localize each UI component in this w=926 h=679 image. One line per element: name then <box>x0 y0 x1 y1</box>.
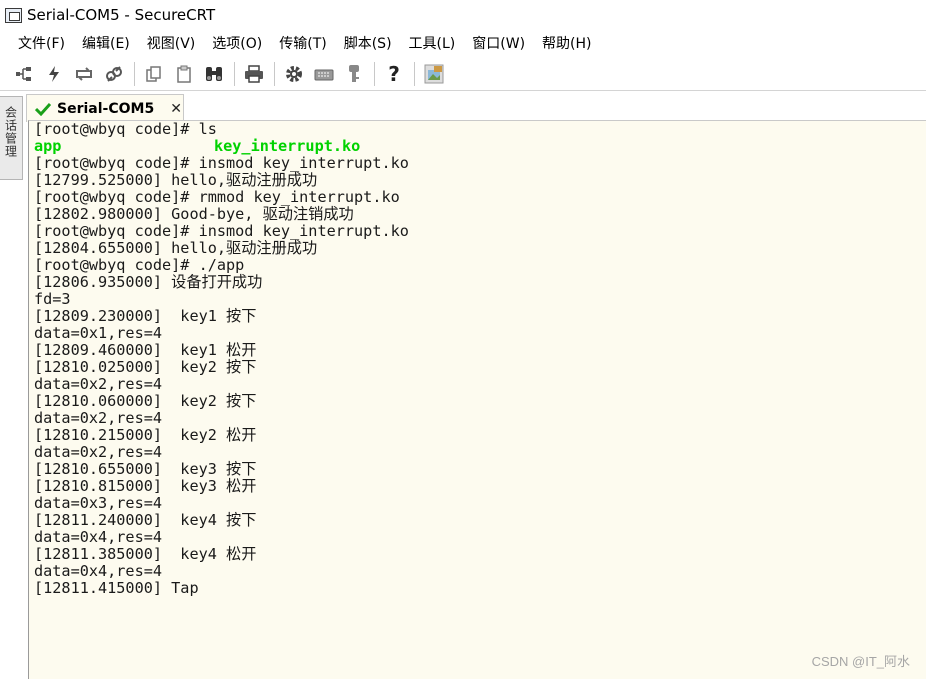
terminal-line: [root@wbyq code]# insmod key_interrupt.k… <box>34 222 409 240</box>
terminal-line: [root@wbyq code]# ./app <box>34 256 245 274</box>
terminal-line: data=0x2,res=4 <box>34 409 163 427</box>
terminal-line: [12810.060000] key2 按下 <box>34 392 257 410</box>
menu-script[interactable]: 脚本(S) <box>337 30 399 56</box>
terminal-line: [12810.655000] key3 按下 <box>34 460 257 478</box>
tab-strip: Serial-COM5 ✕ <box>26 92 926 122</box>
terminal-line: data=0x4,res=4 <box>34 528 163 546</box>
terminal-line: data=0x1,res=4 <box>34 324 163 342</box>
menu-options[interactable]: 选项(O) <box>205 30 269 56</box>
securecrt-app-icon <box>5 7 22 23</box>
connected-check-icon <box>35 102 51 116</box>
terminal-line: [12810.815000] key3 松开 <box>34 477 257 495</box>
session-manager-tab[interactable]: 会话管理 <box>0 96 23 180</box>
menu-transfer[interactable]: 传输(T) <box>272 30 333 56</box>
menu-tools[interactable]: 工具(L) <box>402 30 463 56</box>
terminal-line: [12806.935000] 设备打开成功 <box>34 273 263 291</box>
quick-connect-icon[interactable] <box>42 62 66 86</box>
toolbar-separator <box>234 62 235 86</box>
tab-serial-com5[interactable]: Serial-COM5 ✕ <box>26 94 184 122</box>
tab-close-icon[interactable]: ✕ <box>170 102 182 116</box>
copy-icon[interactable] <box>142 62 166 86</box>
keymap-icon[interactable] <box>312 62 336 86</box>
toolbar-separator <box>414 62 415 86</box>
terminal-line: [12799.525000] hello,驱动注册成功 <box>34 171 318 189</box>
reconnect-icon[interactable] <box>72 62 96 86</box>
terminal-line: fd=3 <box>34 290 71 308</box>
title-bar: Serial-COM5 - SecureCRT <box>0 0 926 30</box>
menu-file[interactable]: 文件(F) <box>11 30 72 56</box>
paste-icon[interactable] <box>172 62 196 86</box>
terminal-line: [12811.240000] key4 按下 <box>34 511 257 529</box>
connect-bar-icon[interactable] <box>12 62 36 86</box>
print-icon[interactable] <box>242 62 266 86</box>
terminal-line: [root@wbyq code]# insmod key_interrupt.k… <box>34 154 409 172</box>
settings-icon[interactable] <box>282 62 306 86</box>
find-icon[interactable] <box>202 62 226 86</box>
menu-bar: 文件(F) 编辑(E) 视图(V) 选项(O) 传输(T) 脚本(S) 工具(L… <box>0 30 926 56</box>
terminal-line: [12804.655000] hello,驱动注册成功 <box>34 239 318 257</box>
terminal-line: data=0x4,res=4 <box>34 562 163 580</box>
ls-entry-app: app <box>34 137 62 155</box>
csdn-watermark: CSDN @IT_阿水 <box>811 654 910 669</box>
terminal-line: [12811.415000] Tap <box>34 579 199 597</box>
menu-help[interactable]: 帮助(H) <box>535 30 598 56</box>
terminal-line: [12802.980000] Good-bye, 驱动注销成功 <box>34 205 354 223</box>
terminal-line: [12810.025000] key2 按下 <box>34 358 257 376</box>
terminal-line: data=0x2,res=4 <box>34 443 163 461</box>
session-manager-label: 会话管理 <box>3 106 18 158</box>
menu-view[interactable]: 视图(V) <box>140 30 203 56</box>
key-icon[interactable] <box>342 62 366 86</box>
toolbar-separator <box>374 62 375 86</box>
terminal-line: [12811.385000] key4 松开 <box>34 545 257 563</box>
terminal-line-ls-output: app key_interrupt.ko <box>34 138 926 155</box>
terminal-line: [12810.215000] key2 松开 <box>34 426 257 444</box>
terminal-line: [12809.460000] key1 松开 <box>34 341 257 359</box>
toolbar-separator <box>274 62 275 86</box>
terminal-line: data=0x2,res=4 <box>34 375 163 393</box>
help-icon[interactable]: ? <box>382 62 406 86</box>
sftp-icon[interactable] <box>422 62 446 86</box>
terminal-line: [root@wbyq code]# ls <box>34 120 217 138</box>
tab-label: Serial-COM5 <box>57 100 155 117</box>
ls-entry-ko: key_interrupt.ko <box>214 137 361 155</box>
toolbar-separator <box>134 62 135 86</box>
svg-text:?: ? <box>388 64 400 84</box>
window-title: Serial-COM5 - SecureCRT <box>27 6 216 24</box>
menu-edit[interactable]: 编辑(E) <box>75 30 137 56</box>
toolbar: ? <box>0 58 926 91</box>
disconnect-icon[interactable] <box>102 62 126 86</box>
terminal-output[interactable]: [root@wbyq code]# ls app key_interrupt.ko… <box>28 120 926 679</box>
terminal-line: [12809.230000] key1 按下 <box>34 307 257 325</box>
terminal-line: [root@wbyq code]# rmmod key_interrupt.ko <box>34 188 400 206</box>
menu-window[interactable]: 窗口(W) <box>465 30 532 56</box>
terminal-line: data=0x3,res=4 <box>34 494 163 512</box>
